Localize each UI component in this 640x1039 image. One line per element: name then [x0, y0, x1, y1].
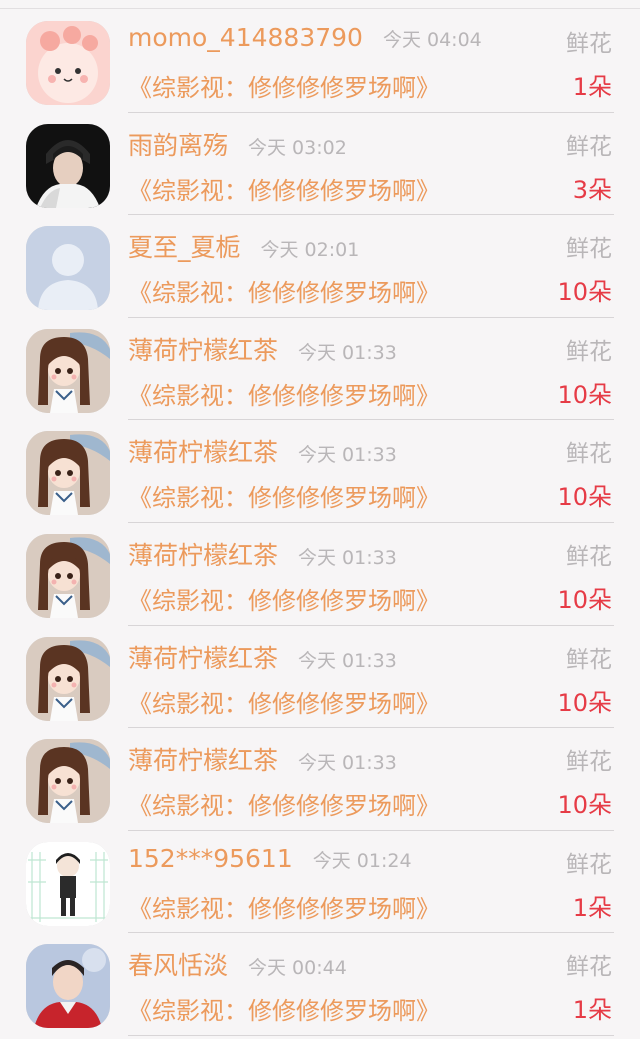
book-title[interactable]: 《综影视：修修修修罗场啊》 — [128, 786, 440, 821]
gift-type-label: 鲜花 — [566, 851, 612, 878]
user-name[interactable]: 152***95611 今天 01:24 — [128, 844, 412, 873]
book-title[interactable]: 《综影视：修修修修罗场啊》 — [128, 68, 440, 103]
book-title[interactable]: 《综影视：修修修修罗场啊》 — [128, 171, 440, 206]
user-name[interactable]: 薄荷柠檬红茶 今天 01:33 — [128, 536, 397, 572]
gift-time: 今天 03:02 — [248, 136, 347, 159]
gift-record-row[interactable]: 雨韵离殇 今天 03:02 鲜花 《综影视：修修修修罗场啊》 3朵 — [0, 113, 640, 216]
gift-count: 1朵 — [572, 73, 612, 101]
gift-type-label: 鲜花 — [566, 441, 612, 468]
gift-count: 10朵 — [557, 585, 612, 614]
chibi-figure-avatar-icon[interactable] — [26, 841, 110, 926]
gift-count: 10朵 — [557, 278, 612, 307]
gift-count: 1朵 — [572, 996, 612, 1025]
user-name[interactable]: 雨韵离殇 今天 03:02 — [128, 126, 347, 162]
book-title[interactable]: 《综影视：修修修修罗场啊》 — [128, 478, 440, 513]
gift-record-row[interactable]: 薄荷柠檬红茶 今天 01:33 鲜花 《综影视：修修修修罗场啊》 10朵 — [0, 626, 640, 729]
gift-time: 今天 01:33 — [298, 444, 397, 467]
gift-type-label: 鲜花 — [566, 236, 612, 263]
anime-girl-avatar-icon[interactable] — [26, 533, 110, 618]
user-name-text[interactable]: 152***95611 — [128, 844, 293, 873]
gift-count: 1朵 — [572, 893, 612, 922]
user-name[interactable]: 薄荷柠檬红茶 今天 01:33 — [128, 639, 397, 675]
user-name-text[interactable]: 薄荷柠檬红茶 — [128, 644, 278, 673]
book-title[interactable]: 《综影视：修修修修罗场啊》 — [128, 684, 440, 719]
book-title[interactable]: 《综影视：修修修修罗场啊》 — [128, 581, 440, 616]
user-name-text[interactable]: 薄荷柠檬红茶 — [128, 438, 278, 467]
book-title[interactable]: 《综影视：修修修修罗场啊》 — [128, 376, 440, 411]
gift-type-label: 鲜花 — [566, 646, 612, 673]
anime-girl-avatar-icon[interactable] — [26, 328, 110, 413]
user-name[interactable]: 薄荷柠檬红茶 今天 01:33 — [128, 741, 397, 777]
anime-girl-avatar-icon[interactable] — [26, 739, 110, 824]
gift-record-row[interactable]: 152***95611 今天 01:24 鲜花 《综影视：修修修修罗场啊》 1朵 — [0, 831, 640, 934]
user-name[interactable]: 薄荷柠檬红茶 今天 01:33 — [128, 331, 397, 367]
anime-girl-avatar-icon[interactable] — [26, 636, 110, 721]
user-name[interactable]: 夏至_夏栀 今天 02:01 — [128, 228, 359, 264]
gift-count: 10朵 — [557, 380, 612, 409]
user-name-text[interactable]: 薄荷柠檬红茶 — [128, 541, 278, 570]
book-title[interactable]: 《综影视：修修修修罗场啊》 — [128, 991, 440, 1026]
user-name-text[interactable]: 雨韵离殇 — [128, 131, 228, 160]
gift-type-label: 鲜花 — [566, 954, 612, 981]
user-name-text[interactable]: momo_414883790 — [128, 23, 363, 52]
gift-type-label: 鲜花 — [566, 31, 612, 57]
gift-type-label: 鲜花 — [566, 543, 612, 570]
gift-time: 今天 01:33 — [298, 752, 397, 775]
book-title[interactable]: 《综影视：修修修修罗场啊》 — [128, 889, 440, 924]
gift-time: 今天 01:33 — [298, 649, 397, 672]
gift-record-row[interactable]: 薄荷柠檬红茶 今天 01:33 鲜花 《综影视：修修修修罗场啊》 10朵 — [0, 728, 640, 831]
user-name-text[interactable]: 薄荷柠檬红茶 — [128, 336, 278, 365]
gift-count: 10朵 — [557, 688, 612, 717]
gift-record-row[interactable]: 薄荷柠檬红茶 今天 01:33 鲜花 《综影视：修修修修罗场啊》 10朵 — [0, 318, 640, 421]
user-name-text[interactable]: 薄荷柠檬红茶 — [128, 746, 278, 775]
gift-record-row[interactable]: momo_414883790 今天 04:04 鲜花 《综影视：修修修修罗场啊》 … — [0, 10, 640, 113]
user-name-text[interactable]: 春风恬淡 — [128, 951, 228, 980]
gift-count: 10朵 — [557, 791, 612, 820]
gift-count: 10朵 — [557, 483, 612, 512]
gift-time: 今天 00:44 — [248, 957, 347, 980]
row-divider — [128, 1034, 614, 1036]
gift-type-label: 鲜花 — [566, 133, 612, 160]
gift-record-row[interactable]: 薄荷柠檬红茶 今天 01:33 鲜花 《综影视：修修修修罗场啊》 10朵 — [0, 523, 640, 626]
user-name[interactable]: momo_414883790 今天 04:04 — [128, 23, 482, 52]
user-name-text[interactable]: 夏至_夏栀 — [128, 233, 241, 262]
gift-time: 今天 01:24 — [312, 849, 412, 872]
book-title[interactable]: 《综影视：修修修修罗场啊》 — [128, 273, 440, 308]
gift-record-row[interactable]: 薄荷柠檬红茶 今天 01:33 鲜花 《综影视：修修修修罗场啊》 10朵 — [0, 420, 640, 523]
gift-record-row[interactable]: 夏至_夏栀 今天 02:01 鲜花 《综影视：修修修修罗场啊》 10朵 — [0, 215, 640, 318]
default-user-avatar-icon[interactable] — [26, 226, 110, 311]
gift-type-label: 鲜花 — [566, 749, 612, 776]
anime-girl-avatar-icon[interactable] — [26, 431, 110, 516]
gift-count: 3朵 — [572, 175, 612, 204]
gift-time: 今天 01:33 — [298, 546, 397, 569]
gift-time: 今天 01:33 — [298, 341, 397, 364]
gift-record-row[interactable]: 春风恬淡 今天 00:44 鲜花 《综影视：修修修修罗场啊》 1朵 — [0, 933, 640, 1036]
man-portrait-avatar-icon[interactable] — [26, 123, 110, 208]
user-name[interactable]: 薄荷柠檬红茶 今天 01:33 — [128, 433, 397, 469]
top-divider — [0, 8, 640, 9]
user-name[interactable]: 春风恬淡 今天 00:44 — [128, 946, 347, 982]
gift-record-list: momo_414883790 今天 04:04 鲜花 《综影视：修修修修罗场啊》 … — [0, 10, 640, 1036]
gift-time: 今天 02:01 — [260, 239, 360, 262]
young-man-photo-avatar-icon[interactable] — [26, 944, 110, 1029]
pink-cartoon-avatar-icon[interactable] — [26, 21, 110, 105]
gift-type-label: 鲜花 — [566, 338, 612, 365]
gift-time: 今天 04:04 — [382, 29, 482, 51]
